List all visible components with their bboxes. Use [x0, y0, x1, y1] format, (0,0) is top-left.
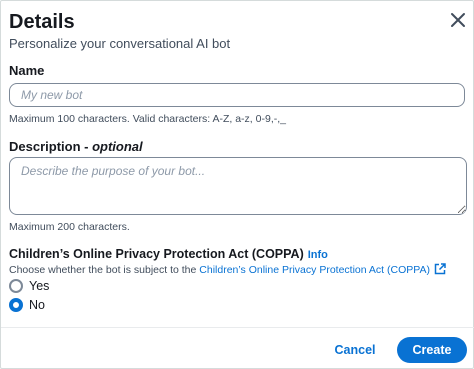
- description-textarea[interactable]: [9, 157, 467, 215]
- coppa-description: Choose whether the bot is subject to the…: [9, 263, 446, 276]
- coppa-description-text: Choose whether the bot is subject to the: [9, 264, 200, 276]
- name-input[interactable]: [9, 83, 465, 107]
- dialog-title: Details: [9, 11, 75, 33]
- cancel-button[interactable]: Cancel: [326, 338, 384, 362]
- name-hint: Maximum 100 characters. Valid characters…: [9, 113, 286, 125]
- info-link[interactable]: Info: [308, 249, 328, 261]
- details-dialog: Details Personalize your conversational …: [0, 0, 474, 369]
- radio-option-no[interactable]: No: [9, 298, 45, 312]
- description-hint: Maximum 200 characters.: [9, 221, 130, 233]
- radio-no-label: No: [29, 298, 45, 312]
- description-label: Description - optional: [9, 139, 143, 154]
- description-optional-tag: optional: [92, 139, 143, 154]
- coppa-external-link[interactable]: Children’s Online Privacy Protection Act…: [199, 263, 446, 276]
- radio-no[interactable]: [9, 298, 23, 312]
- coppa-heading: Children’s Online Privacy Protection Act…: [9, 247, 328, 261]
- external-link-icon: [434, 263, 446, 275]
- dialog-subtitle: Personalize your conversational AI bot: [9, 36, 231, 51]
- description-label-text: Description -: [9, 139, 93, 154]
- radio-option-yes[interactable]: Yes: [9, 279, 49, 293]
- radio-yes-label: Yes: [29, 279, 50, 293]
- close-icon: [451, 13, 465, 27]
- name-label: Name: [9, 63, 45, 78]
- footer-divider: [1, 327, 474, 328]
- radio-yes[interactable]: [9, 279, 23, 293]
- coppa-title: Children’s Online Privacy Protection Act…: [9, 247, 304, 261]
- coppa-link-text: Children’s Online Privacy Protection Act…: [199, 264, 430, 276]
- close-button[interactable]: [447, 9, 469, 31]
- create-button[interactable]: Create: [397, 337, 467, 363]
